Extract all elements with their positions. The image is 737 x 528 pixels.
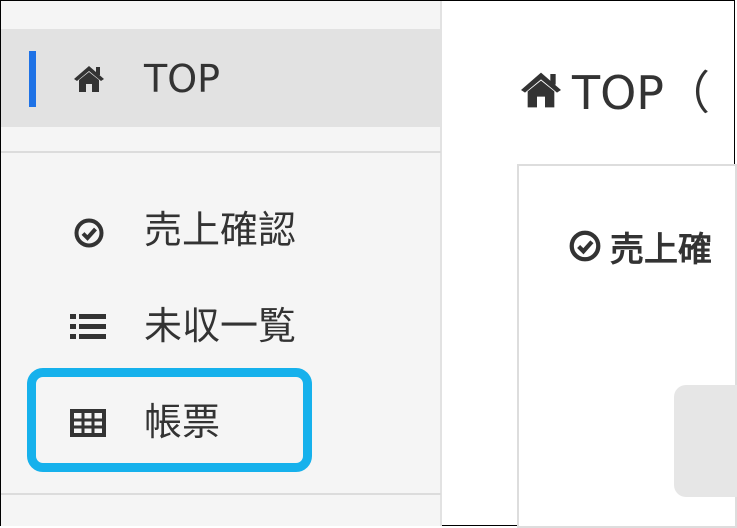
check-circle-icon	[568, 229, 602, 263]
page-title: TOP（	[518, 60, 710, 120]
card-title-text: 売上確	[610, 229, 712, 270]
check-circle-icon	[71, 215, 107, 251]
card-button[interactable]	[674, 385, 737, 497]
sidebar-item-label: TOP	[144, 57, 221, 101]
sidebar-item-label: 未収一覧	[144, 304, 297, 348]
highlight-annotation	[27, 368, 312, 472]
card-title: 売上確	[568, 222, 712, 270]
sidebar-item-label: 売上確認	[144, 208, 297, 252]
page-title-text: TOP（	[572, 66, 711, 120]
active-indicator	[29, 51, 36, 107]
home-icon	[518, 70, 564, 110]
sidebar-divider	[1, 493, 441, 495]
home-icon	[71, 63, 107, 95]
sidebar-item-top[interactable]: TOP	[1, 29, 441, 127]
sidebar-item-receivables[interactable]: 未収一覧	[1, 283, 441, 369]
sidebar-item-sales[interactable]: 売上確認	[1, 187, 441, 273]
list-icon	[69, 310, 107, 344]
sidebar-divider	[1, 151, 441, 153]
